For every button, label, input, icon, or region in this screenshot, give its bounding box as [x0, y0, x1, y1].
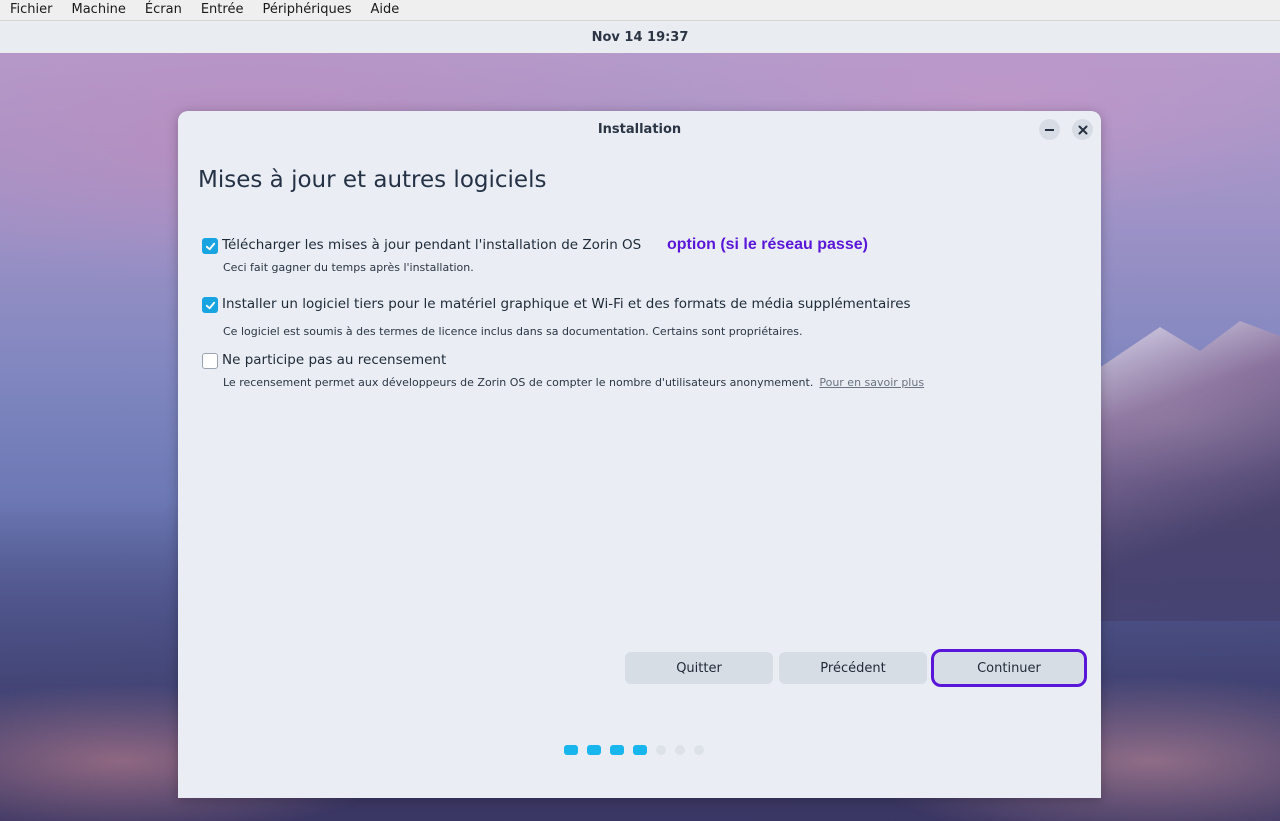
third-party-label[interactable]: Installer un logiciel tiers pour le maté…	[222, 296, 911, 312]
step-dot	[610, 745, 624, 755]
learn-more-link[interactable]: Pour en savoir plus	[819, 376, 924, 389]
step-dot	[656, 745, 666, 755]
step-dot	[564, 745, 578, 755]
minimize-button[interactable]	[1039, 119, 1060, 140]
minimize-icon	[1045, 128, 1054, 131]
download-updates-label[interactable]: Télécharger les mises à jour pendant l'i…	[222, 237, 641, 253]
download-updates-description: Ceci fait gagner du temps après l'instal…	[223, 261, 474, 274]
step-dot	[633, 745, 647, 755]
menu-peripheriques[interactable]: Périphériques	[252, 0, 360, 20]
page-title: Mises à jour et autres logiciels	[198, 167, 547, 193]
menu-ecran[interactable]: Écran	[135, 0, 191, 20]
census-label[interactable]: Ne participe pas au recensement	[222, 352, 446, 368]
desktop-topbar: Nov 14 19:37	[0, 21, 1280, 53]
step-dot	[587, 745, 601, 755]
close-button[interactable]	[1072, 119, 1093, 140]
third-party-checkbox[interactable]	[202, 297, 218, 313]
clock[interactable]: Nov 14 19:37	[592, 30, 689, 45]
menu-entree[interactable]: Entrée	[191, 0, 253, 20]
annotation-note: option (si le réseau passe)	[667, 236, 868, 253]
step-dot	[694, 745, 704, 755]
census-description-text: Le recensement permet aux développeurs d…	[223, 376, 814, 389]
continue-button[interactable]: Continuer	[931, 649, 1087, 687]
menu-fichier[interactable]: Fichier	[0, 0, 62, 20]
checkmark-icon	[205, 242, 215, 250]
previous-button[interactable]: Précédent	[779, 652, 927, 684]
quit-button[interactable]: Quitter	[625, 652, 773, 684]
menu-machine[interactable]: Machine	[62, 0, 135, 20]
window-title: Installation	[597, 121, 682, 137]
vm-menubar: Fichier Machine Écran Entrée Périphériqu…	[0, 0, 1280, 21]
menu-aide[interactable]: Aide	[361, 0, 409, 20]
download-updates-checkbox[interactable]	[202, 238, 218, 254]
close-icon	[1078, 125, 1087, 134]
census-checkbox[interactable]	[202, 353, 218, 369]
third-party-description: Ce logiciel est soumis à des termes de l…	[223, 325, 803, 338]
window-titlebar[interactable]: Installation	[178, 111, 1101, 147]
installer-window: Installation Mises à jour et autres logi…	[178, 111, 1101, 798]
step-dot	[675, 745, 685, 755]
step-progress	[564, 745, 704, 755]
census-description: Le recensement permet aux développeurs d…	[223, 376, 924, 389]
checkmark-icon	[205, 301, 215, 309]
